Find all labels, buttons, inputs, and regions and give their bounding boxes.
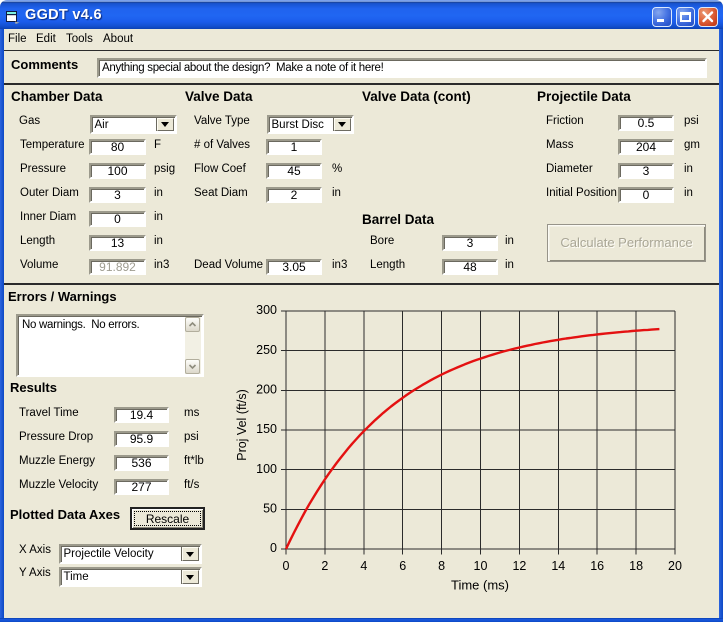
svg-text:20: 20 — [668, 559, 682, 573]
svg-text:2: 2 — [321, 559, 328, 573]
svg-text:50: 50 — [263, 502, 277, 516]
svg-text:16: 16 — [590, 559, 604, 573]
svg-text:Time (ms): Time (ms) — [451, 578, 509, 593]
svg-text:10: 10 — [474, 559, 488, 573]
svg-text:6: 6 — [399, 559, 406, 573]
svg-text:12: 12 — [512, 559, 526, 573]
svg-text:0: 0 — [270, 541, 277, 555]
svg-text:Proj Vel (ft/s): Proj Vel (ft/s) — [235, 389, 249, 461]
svg-text:200: 200 — [256, 383, 277, 397]
svg-text:100: 100 — [256, 462, 277, 476]
svg-text:4: 4 — [360, 559, 367, 573]
svg-text:18: 18 — [629, 559, 643, 573]
svg-text:300: 300 — [256, 303, 277, 317]
svg-text:8: 8 — [438, 559, 445, 573]
svg-text:150: 150 — [256, 422, 277, 436]
svg-text:250: 250 — [256, 343, 277, 357]
svg-text:0: 0 — [283, 559, 290, 573]
svg-text:14: 14 — [551, 559, 565, 573]
